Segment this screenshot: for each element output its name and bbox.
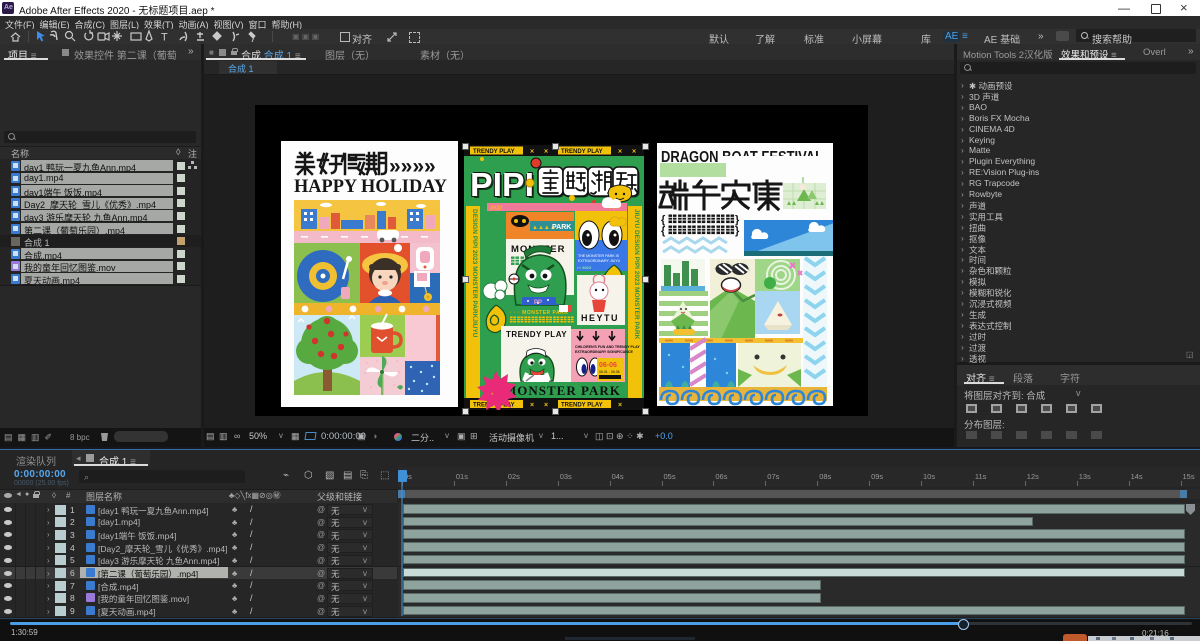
svg-text:06.01 - 06.06: 06.01 - 06.06 — [599, 370, 620, 374]
svg-text:×: × — [632, 149, 636, 156]
svg-text:06-06: 06-06 — [599, 362, 617, 369]
svg-text:PP: PP — [534, 300, 542, 306]
svg-text:×: × — [530, 149, 534, 156]
svg-text:THE MONSTER PARK IS: THE MONSTER PARK IS — [578, 254, 620, 258]
svg-text:×: × — [618, 149, 622, 156]
svg-text:{: { — [661, 225, 666, 237]
svg-text:HEYTU: HEYTU — [581, 313, 619, 323]
svg-text:×: × — [618, 402, 622, 409]
svg-text:2022: 2022 — [490, 206, 502, 212]
svg-text:PIPI: PIPI — [470, 166, 534, 203]
svg-text:EXTRAORDINARY JIUYU: EXTRAORDINARY JIUYU — [578, 259, 621, 263]
svg-text:}: } — [735, 225, 740, 237]
svg-text:»»»»: »»»» — [389, 155, 436, 178]
svg-text:TRENDY PLAY: TRENDY PLAY — [506, 330, 567, 339]
svg-text:JIUYU DESIGN PIPI 2023 MONSTER: JIUYU DESIGN PIPI 2023 MONSTER PARK — [633, 209, 640, 340]
svg-text:EXTRAORDINARY SIGNIFICANCE: EXTRAORDINARY SIGNIFICANCE — [575, 350, 634, 354]
svg-text:TRENDY PLAY: TRENDY PLAY — [473, 149, 515, 155]
svg-text:MONSTER PARK: MONSTER PARK — [504, 383, 621, 398]
svg-text:T: T — [161, 32, 168, 44]
svg-text:PARK: PARK — [552, 224, 571, 231]
svg-text:×: × — [544, 149, 548, 156]
svg-text:TRENDY PLAY: TRENDY PLAY — [561, 149, 603, 155]
svg-text:HAPPY HOLIDAY: HAPPY HOLIDAY — [294, 176, 447, 197]
svg-text:››› 2023: ››› 2023 — [577, 265, 592, 270]
svg-text:TRENDY PLAY: TRENDY PLAY — [561, 403, 603, 409]
svg-text:×: × — [544, 402, 548, 409]
svg-text:CHILDREN'S FUN AND TRENDY PLAY: CHILDREN'S FUN AND TRENDY PLAY — [575, 345, 640, 349]
svg-text:DESIGN PIPI 2023 MONSTER PARKJ: DESIGN PIPI 2023 MONSTER PARKJIUYU — [471, 209, 478, 338]
svg-text:×: × — [530, 402, 534, 409]
